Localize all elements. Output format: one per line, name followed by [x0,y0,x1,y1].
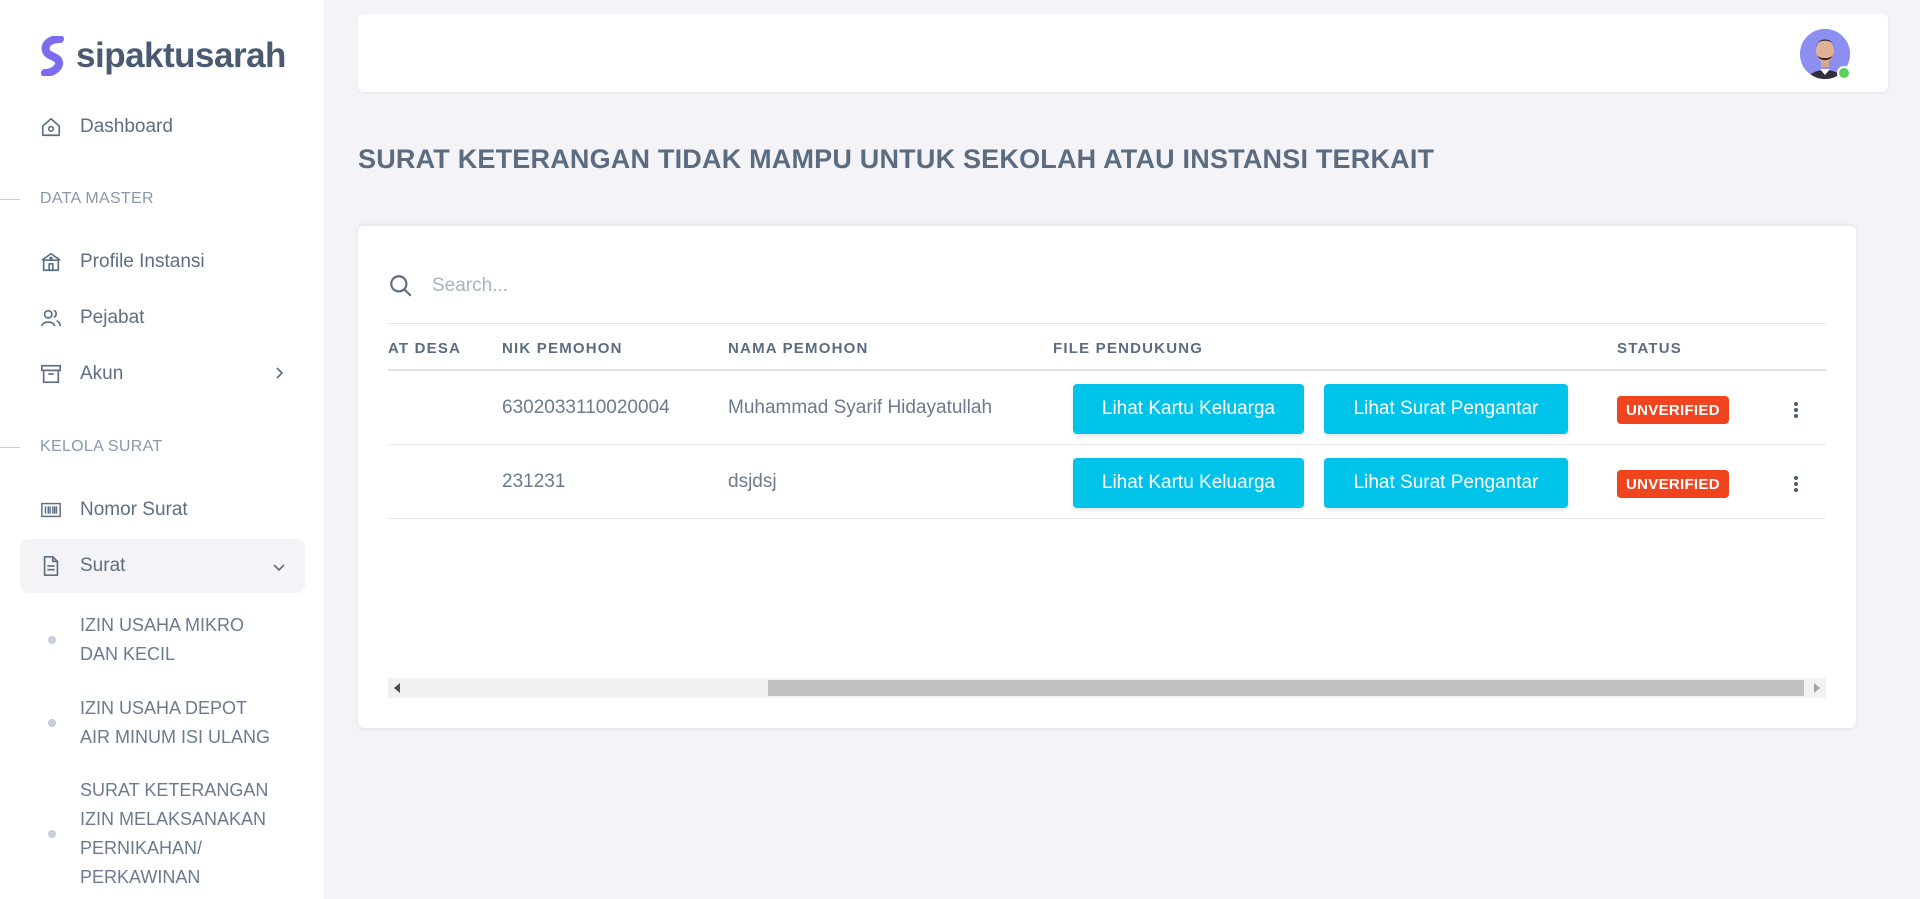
column-header-alamat-desa[interactable]: AT DESA [388,340,461,357]
horizontal-scrollbar[interactable] [388,678,1826,698]
label-line: IZIN MELAKSANAKAN [80,809,267,829]
archive-icon [40,363,62,385]
brand-name: sipaktusarah [76,36,286,75]
section-label: KELOLA SURAT [40,438,163,455]
column-header-status[interactable]: STATUS [1617,340,1682,357]
label-line: DAN KECIL [80,644,176,664]
brand-logo-icon [41,36,64,76]
label-line: IZIN USAHA MIKRO [80,615,245,635]
sidebar-item-dashboard[interactable]: Dashboard [20,100,305,154]
label-line: AIR MINUM ISI ULANG [80,727,271,747]
sidebar-subitem-surat-keterangan-pernikahan[interactable]: SURAT KETERANGAN IZIN MELAKSANAKAN PERNI… [40,776,290,892]
cell-nik: 6302033110020004 [502,397,670,418]
chevron-right-icon [276,367,284,379]
more-actions-icon[interactable] [1786,398,1806,422]
users-icon [40,307,62,329]
scroll-right-arrow-icon[interactable] [1814,683,1820,693]
column-header-file-pendukung[interactable]: FILE PENDUKUNG [1053,340,1203,357]
online-status-indicator [1837,66,1851,80]
more-actions-icon[interactable] [1786,472,1806,496]
sidebar-subitem-izin-usaha-mikro[interactable]: IZIN USAHA MIKRO DAN KECIL [40,611,290,669]
section-label: DATA MASTER [40,190,154,207]
sidebar-item-label: Profile Instansi [80,251,205,272]
sidebar-item-label: Akun [80,363,124,384]
data-table-card: AT DESA NIK PEMOHON NAMA PEMOHON FILE PE… [358,224,1856,728]
lihat-kartu-keluarga-button[interactable]: Lihat Kartu Keluarga [1073,384,1304,434]
search-bar[interactable] [388,266,932,306]
sidebar: sipaktusarah Dashboard DATA MASTER Profi… [0,0,325,899]
scrollbar-thumb[interactable] [768,680,1804,696]
search-icon [390,275,412,297]
cell-nik: 231231 [502,471,566,492]
label-line: SURAT KETERANGAN [80,780,269,800]
status-badge: UNVERIFIED [1617,470,1729,498]
section-kelola-surat: KELOLA SURAT [0,437,324,457]
lihat-surat-pengantar-button[interactable]: Lihat Surat Pengantar [1324,384,1568,434]
sidebar-item-label: Surat [80,555,126,576]
sidebar-item-label: Pejabat [80,307,145,328]
label-line: IZIN USAHA DEPOT [80,698,248,718]
sidebar-subitem-label: SURAT KETERANGAN IZIN MELAKSANAKAN PERNI… [80,776,268,892]
status-badge: UNVERIFIED [1617,396,1729,424]
sidebar-subitem-label: IZIN USAHA DEPOT AIR MINUM ISI ULANG [80,694,270,752]
table-header: AT DESA NIK PEMOHON NAMA PEMOHON FILE PE… [388,323,1826,371]
brand[interactable]: sipaktusarah [40,36,286,76]
document-icon [40,555,62,577]
column-header-nama[interactable]: NAMA PEMOHON [728,340,869,357]
lihat-kartu-keluarga-button[interactable]: Lihat Kartu Keluarga [1073,458,1304,508]
barcode-icon [40,499,62,521]
page-title: SURAT KETERANGAN TIDAK MAMPU UNTUK SEKOL… [358,144,1435,174]
table-row: 231231 dsjdsj Lihat Kartu Keluarga Lihat… [388,445,1826,519]
bullet-icon [48,636,56,644]
bullet-icon [48,830,56,838]
sidebar-subitem-izin-usaha-depot[interactable]: IZIN USAHA DEPOT AIR MINUM ISI ULANG [40,694,290,752]
table-row: 6302033110020004 Muhammad Syarif Hidayat… [388,371,1826,445]
lihat-surat-pengantar-button[interactable]: Lihat Surat Pengantar [1324,458,1568,508]
search-input[interactable] [432,275,932,297]
sidebar-item-profile-instansi[interactable]: Profile Instansi [20,235,305,289]
section-data-master: DATA MASTER [0,189,324,209]
label-line: PERNIKAHAN/ [80,838,203,858]
home-icon [40,116,62,138]
cell-nama: Muhammad Syarif Hidayatullah [728,397,993,418]
sidebar-item-akun[interactable]: Akun [20,347,305,401]
sidebar-item-label: Nomor Surat [80,499,188,520]
building-icon [40,251,62,273]
column-header-nik[interactable]: NIK PEMOHON [502,340,623,357]
sidebar-item-nomor-surat[interactable]: Nomor Surat [20,483,305,537]
cell-nama: dsjdsj [728,471,777,492]
scroll-left-arrow-icon[interactable] [394,683,400,693]
data-table: AT DESA NIK PEMOHON NAMA PEMOHON FILE PE… [388,323,1826,703]
sidebar-item-pejabat[interactable]: Pejabat [20,291,305,345]
bullet-icon [48,719,56,727]
sidebar-subitem-label: IZIN USAHA MIKRO DAN KECIL [80,611,244,669]
label-line: PERKAWINAN [80,867,201,887]
sidebar-item-surat[interactable]: Surat [20,539,305,593]
chevron-down-icon [273,564,285,572]
sidebar-item-label: Dashboard [80,116,173,137]
top-bar [358,14,1888,92]
